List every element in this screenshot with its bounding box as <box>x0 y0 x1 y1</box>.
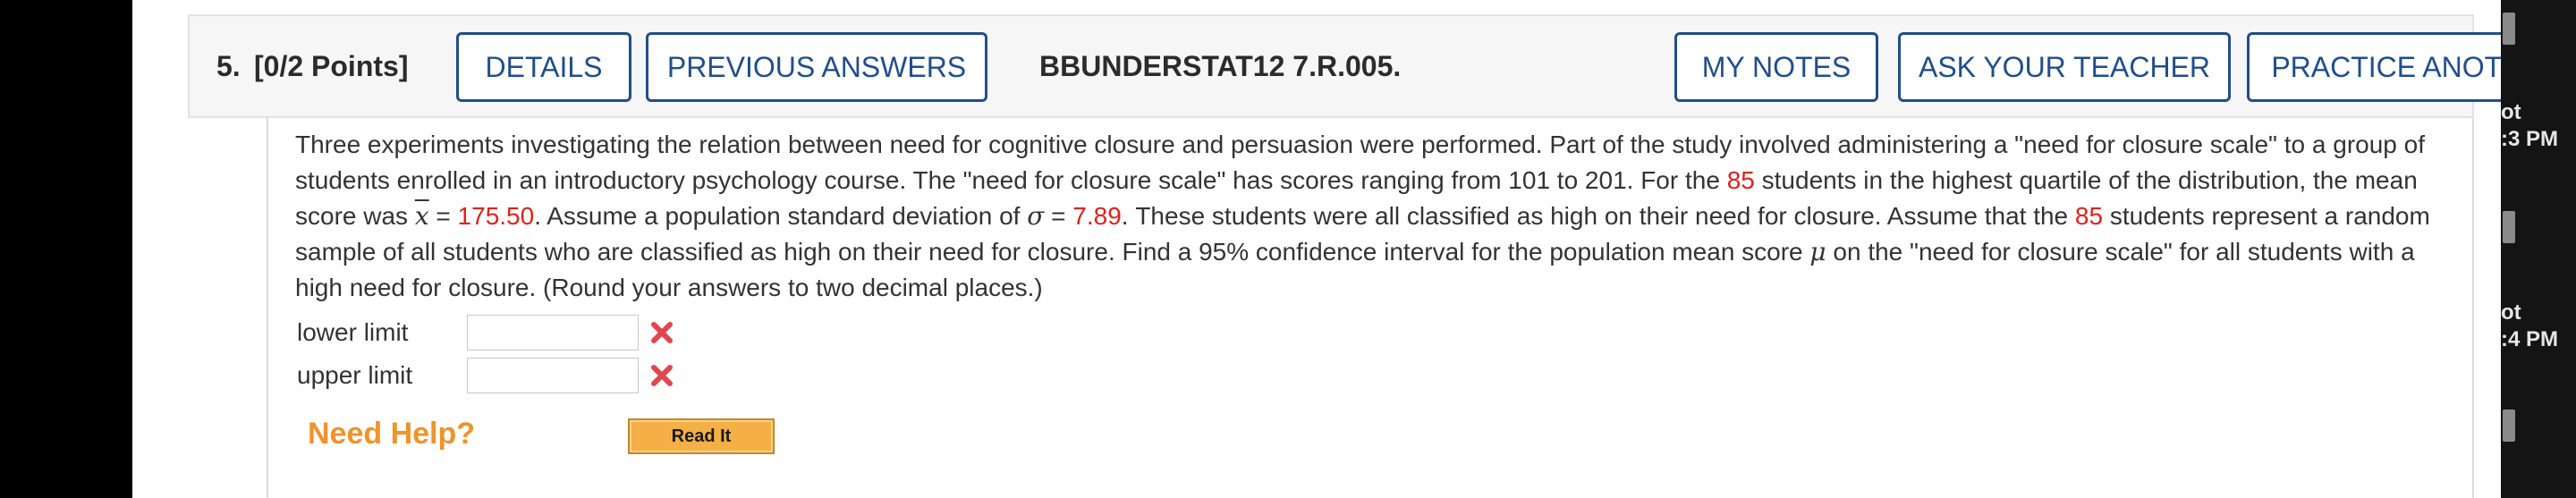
incorrect-x-icon <box>651 365 673 386</box>
lower-limit-label: lower limit <box>297 318 409 346</box>
upper-limit-row: upper limit <box>297 356 674 395</box>
sigma-symbol: σ <box>1027 201 1045 231</box>
mu-symbol: μ <box>1809 237 1826 266</box>
details-button[interactable]: DETAILS <box>456 32 631 102</box>
need-help-label: Need Help? <box>308 417 476 451</box>
question-body: Three experiments investigating the rela… <box>267 118 2474 498</box>
xbar-symbol: x <box>414 201 429 231</box>
scroll-marker <box>2503 13 2515 45</box>
my-notes-button[interactable]: MY NOTES <box>1674 32 1878 102</box>
question-header: 5. [0/2 Points] DETAILS PREVIOUS ANSWERS… <box>188 14 2576 118</box>
question-number: 5. <box>216 50 241 82</box>
question-code: BBUNDERSTAT12 7.R.005. <box>1039 50 1402 82</box>
mean-value: 175.50 <box>457 202 535 230</box>
ask-your-teacher-button[interactable]: ASK YOUR TEACHER <box>1898 32 2231 102</box>
lower-limit-row: lower limit <box>297 313 674 352</box>
scroll-marker <box>2503 211 2515 243</box>
left-background <box>0 0 132 498</box>
sd-value: 7.89 <box>1072 202 1122 230</box>
side-text-2: :3 PM <box>2501 127 2559 151</box>
incorrect-x-icon <box>651 322 673 343</box>
sample-size-value: 85 <box>1726 166 1755 194</box>
question-text: Three experiments investigating the rela… <box>295 131 2430 301</box>
side-text-4: :4 PM <box>2501 327 2559 351</box>
sample-size-value-2: 85 <box>2074 202 2104 230</box>
previous-answers-button[interactable]: PREVIOUS ANSWERS <box>646 32 987 102</box>
scroll-marker <box>2503 409 2515 442</box>
side-text-1: ot <box>2501 100 2521 124</box>
question-points: [0/2 Points] <box>254 50 409 82</box>
read-it-button[interactable]: Read It <box>628 418 775 454</box>
lower-limit-input[interactable] <box>467 315 639 350</box>
upper-limit-input[interactable] <box>467 358 639 393</box>
upper-limit-label: upper limit <box>297 361 413 389</box>
question-page: 5. [0/2 Points] DETAILS PREVIOUS ANSWERS… <box>132 0 2576 498</box>
side-text-3: ot <box>2501 300 2521 325</box>
right-side-panel: ot :3 PM ot :4 PM <box>2501 0 2576 498</box>
